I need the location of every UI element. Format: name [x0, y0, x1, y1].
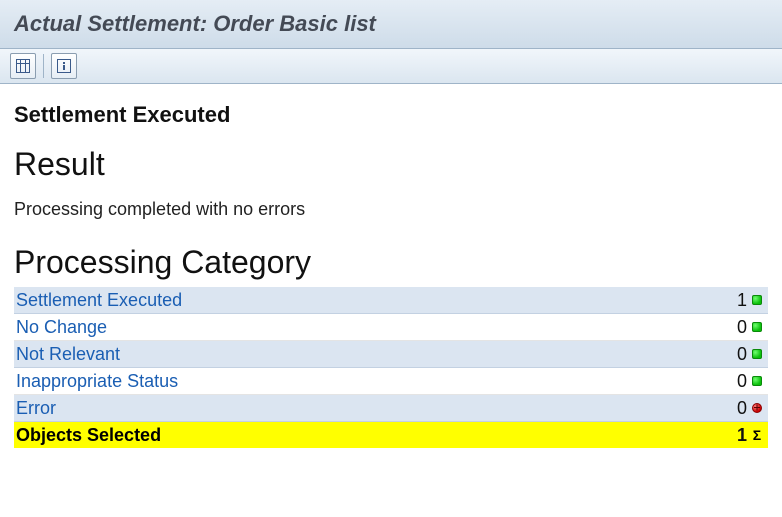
- layout-grid-icon: [16, 59, 30, 73]
- category-row-error: Error 0: [14, 395, 768, 422]
- sum-icon: Σ: [750, 427, 764, 443]
- category-row-no-change: No Change 0: [14, 314, 768, 341]
- category-list: Settlement Executed 1 No Change 0 Not Re…: [14, 287, 768, 448]
- toolbar-separator: [43, 54, 44, 78]
- heading-settlement-executed: Settlement Executed: [14, 102, 768, 128]
- category-count: 1: [723, 290, 747, 311]
- category-count: 0: [723, 344, 747, 365]
- category-row-settlement-executed: Settlement Executed 1: [14, 287, 768, 314]
- page-title: Actual Settlement: Order Basic list: [14, 11, 376, 37]
- category-link[interactable]: Inappropriate Status: [16, 371, 723, 392]
- category-link[interactable]: No Change: [16, 317, 723, 338]
- status-green-icon: [750, 321, 764, 333]
- titlebar: Actual Settlement: Order Basic list: [0, 0, 782, 49]
- result-message: Processing completed with no errors: [14, 199, 768, 220]
- total-label: Objects Selected: [16, 425, 723, 446]
- content-area: Settlement Executed Result Processing co…: [0, 84, 782, 448]
- status-green-icon: [750, 348, 764, 360]
- category-row-not-relevant: Not Relevant 0: [14, 341, 768, 368]
- category-link[interactable]: Error: [16, 398, 723, 419]
- total-count: 1: [723, 425, 747, 446]
- layout-grid-button[interactable]: [10, 53, 36, 79]
- category-count: 0: [723, 317, 747, 338]
- status-green-icon: [750, 375, 764, 387]
- category-count: 0: [723, 371, 747, 392]
- status-green-icon: [750, 294, 764, 306]
- category-link[interactable]: Not Relevant: [16, 344, 723, 365]
- category-count: 0: [723, 398, 747, 419]
- status-red-icon: [750, 402, 764, 414]
- info-button[interactable]: [51, 53, 77, 79]
- total-row-objects-selected: Objects Selected 1 Σ: [14, 422, 768, 448]
- category-row-inappropriate-status: Inappropriate Status 0: [14, 368, 768, 395]
- category-link[interactable]: Settlement Executed: [16, 290, 723, 311]
- heading-processing-category: Processing Category: [14, 244, 768, 281]
- heading-result: Result: [14, 146, 768, 183]
- toolbar: [0, 49, 782, 84]
- info-icon: [57, 59, 71, 73]
